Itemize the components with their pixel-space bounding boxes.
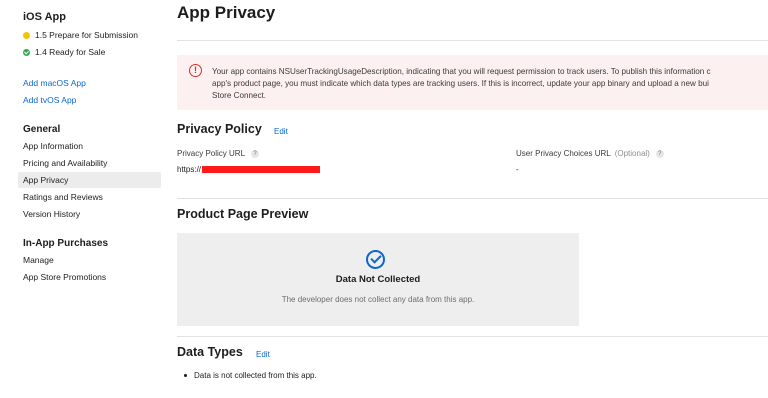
divider [177, 336, 768, 337]
sidebar-item-app-store-promotions[interactable]: App Store Promotions [18, 269, 161, 285]
label-text: Privacy Policy URL [177, 149, 246, 158]
product-page-preview-card: Data Not Collected The developer does no… [177, 233, 579, 326]
preview-title: Data Not Collected [335, 274, 421, 285]
alert-line: app's product page, you must indicate wh… [212, 79, 709, 88]
data-types-list-item: Data is not collected from this app. [184, 371, 317, 380]
pending-status-icon [23, 31, 30, 39]
sidebar: iOS App 1.5 Prepare for Submission 1.4 R… [0, 0, 166, 398]
bullet-icon [184, 374, 187, 377]
version-item-1-4[interactable]: 1.4 Ready for Sale [23, 47, 105, 57]
privacy-policy-edit-link[interactable]: Edit [274, 127, 288, 136]
exclamation-circle-icon: ! [189, 64, 202, 77]
main-content: App Privacy ! Your app contains NSUserTr… [177, 0, 768, 398]
tracking-alert: ! Your app contains NSUserTrackingUsageD… [177, 55, 768, 110]
general-heading: General [23, 124, 61, 135]
privacy-policy-heading: Privacy Policy [177, 122, 262, 136]
iap-heading: In-App Purchases [23, 238, 109, 249]
divider [177, 198, 768, 199]
user-privacy-choices-value: - [516, 165, 519, 174]
sidebar-item-app-information[interactable]: App Information [18, 138, 161, 154]
help-icon[interactable]: ? [655, 149, 664, 158]
help-icon[interactable]: ? [251, 149, 260, 158]
add-tvos-app-link[interactable]: Add tvOS App [23, 95, 76, 105]
app-title: iOS App [23, 11, 66, 23]
product-page-preview-heading: Product Page Preview [177, 207, 309, 221]
bullet-text: Data is not collected from this app. [194, 371, 317, 380]
sidebar-item-ratings[interactable]: Ratings and Reviews [18, 189, 161, 205]
alert-line: Your app contains NSUserTrackingUsageDes… [212, 67, 711, 76]
optional-tag: (Optional) [614, 149, 650, 158]
ready-status-icon [23, 48, 30, 56]
label-text: User Privacy Choices URL [516, 149, 611, 158]
privacy-policy-url-value: https:// [177, 165, 321, 174]
url-prefix: https:// [177, 165, 202, 174]
sidebar-item-pricing[interactable]: Pricing and Availability [18, 155, 161, 171]
version-label: 1.4 Ready for Sale [35, 47, 106, 57]
sidebar-item-app-privacy[interactable]: App Privacy [18, 172, 161, 188]
divider [177, 40, 768, 41]
data-types-heading: Data Types [177, 345, 243, 359]
privacy-policy-url-label: Privacy Policy URL ? [177, 149, 260, 158]
alert-message: Your app contains NSUserTrackingUsageDes… [212, 66, 768, 102]
redacted-url [202, 166, 321, 174]
sidebar-item-manage[interactable]: Manage [18, 252, 161, 268]
page-title: App Privacy [177, 3, 276, 22]
version-label: 1.5 Prepare for Submission [35, 30, 138, 40]
sidebar-item-version-history[interactable]: Version History [18, 206, 161, 222]
user-privacy-choices-label: User Privacy Choices URL (Optional) ? [516, 149, 664, 158]
data-types-edit-link[interactable]: Edit [256, 350, 270, 359]
add-macos-app-link[interactable]: Add macOS App [23, 78, 86, 88]
checkmark-circle-icon [366, 250, 385, 269]
version-item-1-5[interactable]: 1.5 Prepare for Submission [23, 30, 138, 40]
alert-line: Store Connect. [212, 91, 266, 100]
preview-description: The developer does not collect any data … [281, 295, 475, 304]
